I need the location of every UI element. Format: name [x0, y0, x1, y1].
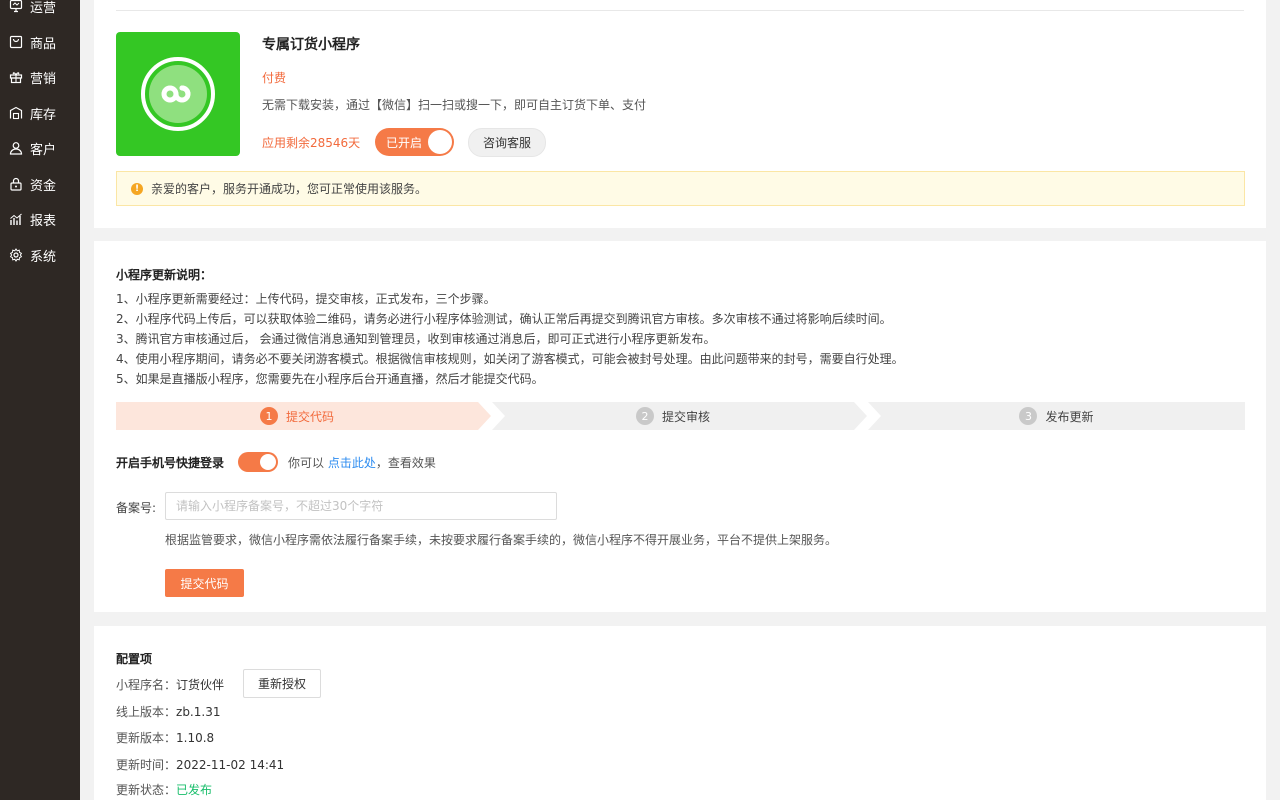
- record-number-input[interactable]: [165, 492, 557, 520]
- config-key: 更新时间：: [116, 758, 177, 772]
- list-item: 4、使用小程序期间，请务必不要关闭游客模式。根据微信审核规则，如关闭了游客模式，…: [116, 352, 904, 366]
- app-info-card: 专属订货小程序 付费 无需下载安装，通过【微信】扫一扫或搜一下，即可自主订货下单…: [94, 0, 1266, 228]
- sidebar-item-label: 资金: [30, 178, 57, 194]
- config-online-version-row: 线上版本： zb.1.31: [116, 703, 220, 720]
- consult-service-button[interactable]: 咨询客服: [468, 128, 546, 157]
- app-description: 无需下载安装，通过【微信】扫一扫或搜一下，即可自主订货下单、支付: [262, 98, 647, 112]
- config-update-status-row: 更新状态： 已发布: [116, 781, 212, 798]
- step-label: 提交代码: [285, 409, 334, 424]
- info-icon: !: [131, 182, 143, 195]
- step-submit-code: 1 提交代码: [116, 402, 478, 430]
- sidebar-item-products[interactable]: 商品: [0, 27, 80, 57]
- sidebar-item-label: 报表: [30, 213, 57, 229]
- step-number: 2: [635, 407, 654, 425]
- sidebar-item-reports[interactable]: 报表: [0, 204, 80, 234]
- sidebar-item-inventory[interactable]: 库存: [0, 98, 80, 128]
- notice-text: 亲爱的客户，服务开通成功，您可正常使用该服务。: [151, 182, 428, 196]
- tip-prefix: 你可以: [288, 456, 325, 470]
- update-card: 小程序更新说明： 1、小程序更新需要经过：上传代码，提交审核，正式发布，三个步骤…: [94, 241, 1266, 612]
- app-title: 专属订货小程序: [262, 37, 360, 53]
- sidebar-item-customers[interactable]: 客户: [0, 133, 80, 163]
- sidebar: 运营 商品 营销 库存 客户 资金 报表 系统: [0, 0, 80, 800]
- status-badge: 已发布: [176, 783, 213, 797]
- list-item: 1、小程序更新需要经过：上传代码，提交审核，正式发布，三个步骤。: [116, 292, 496, 306]
- config-key: 更新状态：: [116, 783, 177, 797]
- monitor-icon: [9, 0, 23, 13]
- mini-program-logo: [116, 32, 240, 156]
- fast-login-tip: 你可以 点击此处，查看效果: [288, 454, 436, 471]
- config-value: zb.1.31: [176, 704, 221, 719]
- bag-icon: [9, 35, 23, 49]
- list-item: 3、腾讯官方审核通过后， 会通过微信消息通知到管理员，收到审核通过消息后，即可正…: [116, 332, 716, 346]
- config-title: 配置项: [116, 652, 153, 666]
- step-label: 发布更新: [1045, 409, 1094, 424]
- sidebar-item-label: 库存: [30, 107, 57, 123]
- reauthorize-button[interactable]: 重新授权: [243, 669, 321, 698]
- config-key: 小程序名：: [116, 678, 177, 692]
- remaining-days: 应用剩余28546天: [262, 136, 361, 150]
- update-title: 小程序更新说明：: [116, 268, 213, 282]
- config-value: 2022-11-02 14:41: [176, 757, 285, 772]
- config-update-version-row: 更新版本： 1.10.8: [116, 729, 214, 746]
- config-value: 1.10.8: [176, 730, 215, 745]
- sidebar-item-funds[interactable]: 资金: [0, 169, 80, 199]
- chart-icon: [9, 212, 23, 226]
- paid-badge: 付费: [262, 71, 287, 85]
- step-number: 3: [1019, 407, 1038, 425]
- step-publish: 3 发布更新: [868, 402, 1245, 430]
- progress-steps: 1 提交代码 2 提交审核 3 发布更新: [116, 402, 1245, 430]
- sidebar-item-system[interactable]: 系统: [0, 240, 80, 270]
- divider: [116, 10, 1244, 11]
- record-number-label: 备案号:: [116, 501, 157, 515]
- list-item: 2、小程序代码上传后，可以获取体验二维码，请务必进行小程序体验测试，确认正常后再…: [116, 312, 892, 326]
- tip-suffix: ，查看效果: [375, 456, 436, 470]
- list-item: 5、如果是直播版小程序，您需要先在小程序后台开通直播，然后才能提交代码。: [116, 372, 544, 386]
- sidebar-item-operations[interactable]: 运营: [0, 0, 80, 21]
- service-toggle[interactable]: 已开启: [375, 128, 454, 156]
- gift-icon: [9, 70, 23, 84]
- sidebar-item-label: 运营: [30, 0, 57, 16]
- fast-login-toggle[interactable]: [238, 452, 278, 472]
- gear-icon: [9, 248, 23, 262]
- toggle-label: 已开启: [386, 136, 423, 150]
- update-instructions: 1、小程序更新需要经过：上传代码，提交审核，正式发布，三个步骤。 2、小程序代码…: [116, 291, 904, 391]
- config-name-row: 小程序名： 订货伙伴: [116, 676, 224, 693]
- step-submit-review: 2 提交审核: [492, 402, 854, 430]
- sidebar-item-label: 系统: [30, 249, 57, 265]
- sidebar-item-label: 营销: [30, 71, 57, 87]
- record-hint: 根据监管要求，微信小程序需依法履行备案手续，未按要求履行备案手续的，微信小程序不…: [165, 533, 838, 547]
- config-value: 订货伙伴: [176, 678, 225, 692]
- sidebar-item-label: 客户: [30, 142, 57, 158]
- success-notice: ! 亲爱的客户，服务开通成功，您可正常使用该服务。: [116, 171, 1245, 206]
- fast-login-label: 开启手机号快捷登录: [116, 456, 225, 470]
- sidebar-item-label: 商品: [30, 36, 57, 52]
- sidebar-item-marketing[interactable]: 营销: [0, 62, 80, 92]
- mini-program-icon: [141, 57, 215, 131]
- config-card: 配置项 小程序名： 订货伙伴 重新授权 线上版本： zb.1.31 更新版本： …: [94, 626, 1266, 800]
- config-key: 更新版本：: [116, 731, 177, 745]
- config-key: 线上版本：: [116, 705, 177, 719]
- submit-code-button[interactable]: 提交代码: [165, 569, 244, 597]
- config-update-time-row: 更新时间： 2022-11-02 14:41: [116, 756, 284, 773]
- step-number: 1: [259, 407, 278, 425]
- user-icon: [9, 141, 23, 155]
- click-here-link[interactable]: 点击此处: [328, 456, 376, 470]
- toggle-knob: [428, 130, 452, 154]
- warehouse-icon: [9, 106, 23, 120]
- lock-icon: [9, 177, 23, 191]
- toggle-knob: [260, 454, 276, 470]
- step-label: 提交审核: [661, 409, 710, 424]
